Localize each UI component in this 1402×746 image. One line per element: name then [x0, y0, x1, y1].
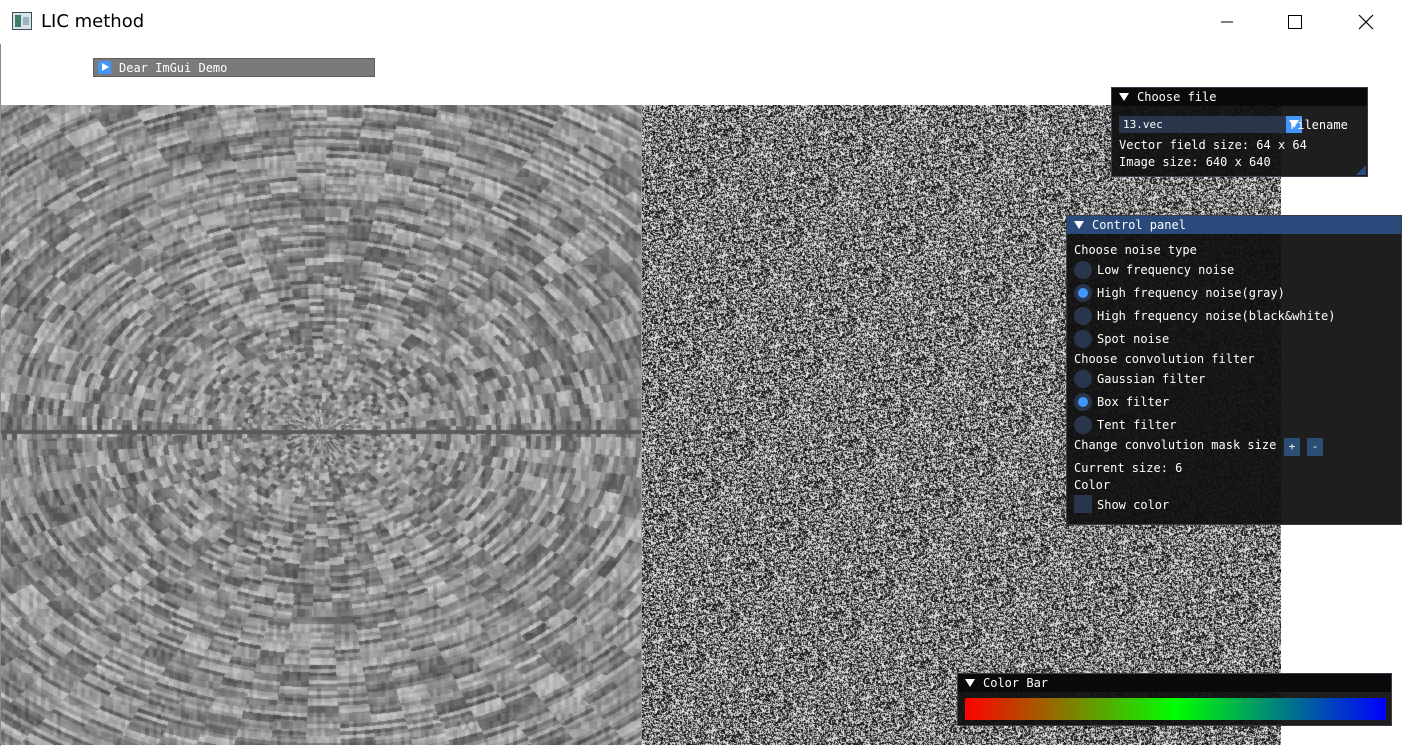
control-panel-window[interactable]: Control panel Choose noise type Low freq… [1066, 215, 1402, 525]
resize-grip-icon[interactable] [1356, 165, 1366, 175]
imgui-demo-window-collapsed[interactable]: Dear ImGui Demo [93, 58, 375, 77]
close-button[interactable] [1343, 0, 1389, 44]
minimize-icon [1221, 21, 1233, 23]
radio-spot-noise[interactable] [1074, 330, 1092, 348]
radio-tent-filter[interactable] [1074, 416, 1092, 434]
maximize-button[interactable] [1272, 0, 1318, 44]
app-icon [12, 12, 32, 30]
expand-arrow-icon[interactable] [98, 61, 111, 74]
radio-label[interactable]: Gaussian filter [1097, 371, 1205, 387]
current-size: Current size: 6 [1074, 461, 1183, 475]
radio-label[interactable]: Box filter [1097, 394, 1169, 410]
color-bar-title-bar[interactable]: Color Bar [958, 674, 1391, 692]
filename-combo[interactable]: 13.vec [1119, 116, 1302, 133]
choose-file-window[interactable]: Choose file 13.vec Filename Vector field… [1111, 87, 1368, 177]
decrease-mask-button[interactable]: - [1307, 438, 1323, 456]
radio-label[interactable]: High frequency noise(gray) [1097, 285, 1285, 301]
show-color-label[interactable]: Show color [1097, 497, 1169, 513]
noise-type-heading: Choose noise type [1074, 243, 1197, 257]
convolution-filter-heading: Choose convolution filter [1074, 352, 1255, 366]
minimize-button[interactable] [1204, 0, 1250, 44]
radio-high-frequency-noise-bw[interactable] [1074, 307, 1092, 325]
filename-combo-value: 13.vec [1123, 118, 1163, 131]
color-heading: Color [1074, 478, 1111, 492]
collapse-arrow-icon[interactable] [1119, 93, 1129, 101]
radio-box-filter[interactable] [1074, 393, 1092, 411]
demo-window-title: Dear ImGui Demo [119, 61, 228, 75]
image-size: Image size: 640 x 640 [1119, 155, 1271, 169]
show-color-checkbox[interactable] [1074, 495, 1092, 513]
vector-field-size: Vector field size: 64 x 64 [1119, 138, 1307, 152]
color-bar-title: Color Bar [983, 676, 1049, 690]
mask-size-heading: Change convolution mask size [1074, 438, 1277, 452]
filename-label: Filename [1290, 118, 1348, 132]
control-panel-title-bar[interactable]: Control panel [1067, 216, 1401, 234]
choose-file-title-bar[interactable]: Choose file [1112, 88, 1367, 106]
radio-high-frequency-noise-gray[interactable] [1074, 284, 1092, 302]
increase-mask-button[interactable]: + [1284, 438, 1300, 456]
radio-gaussian-filter[interactable] [1074, 370, 1092, 388]
radio-label[interactable]: Tent filter [1097, 417, 1176, 433]
radio-label[interactable]: Low frequency noise [1097, 262, 1234, 278]
radio-low-frequency-noise[interactable] [1074, 261, 1092, 279]
color-bar-window[interactable]: Color Bar [957, 673, 1392, 726]
choose-file-title: Choose file [1137, 90, 1217, 104]
radio-label[interactable]: Spot noise [1097, 331, 1169, 347]
title-bar: LIC method [0, 0, 1402, 44]
window-title: LIC method [41, 11, 145, 32]
close-icon [1358, 14, 1374, 30]
collapse-arrow-icon[interactable] [1074, 221, 1084, 229]
color-gradient-bar [965, 698, 1386, 720]
lic-result-image [1, 105, 641, 745]
control-panel-title: Control panel [1092, 218, 1186, 232]
maximize-icon [1288, 15, 1302, 29]
radio-label[interactable]: High frequency noise(black&white) [1097, 308, 1335, 324]
collapse-arrow-icon[interactable] [965, 679, 975, 687]
